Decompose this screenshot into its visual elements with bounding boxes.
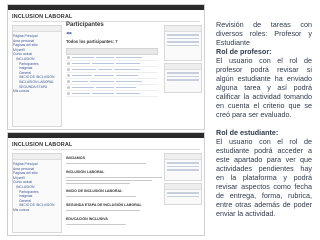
divider [12,21,200,22]
avatar [67,86,70,89]
side-block-header [165,184,201,190]
avatar [67,56,70,59]
participants-count: Todos los participantes: 7 [66,39,118,44]
top-bar [8,133,204,138]
side-block [164,183,202,205]
panel-title: Participantes [66,22,104,28]
side-block [164,63,202,93]
topic-summary [66,210,140,212]
side-block [164,25,202,61]
avatar [67,74,70,77]
topic-summary [66,224,126,226]
estudiante-label: Rol de estudiante: [216,128,279,137]
avatar [67,80,70,83]
nav-item[interactable]: INCLUSIÓN LABORAL [13,80,59,85]
avatar [67,68,70,71]
navigation-block-header [13,154,61,160]
avatar [67,62,70,65]
avatar [67,92,70,95]
topic-summary [66,180,152,182]
side-block-header [165,154,201,160]
navigation-tree: Página Principal Área personal Páginas d… [13,34,59,94]
pager[interactable]: ◀ ▶ [66,31,72,35]
topic-summary [66,196,136,198]
topic-heading[interactable]: INICIO DE INCLUSIÓN LABORAL [66,189,122,193]
side-block-header [165,26,201,32]
nav-item[interactable]: Mis cursos [13,89,59,94]
topic-summary [66,163,146,165]
description-text: Revisión de tareas con diversos roles: P… [216,20,312,218]
course-title: INCLUSION LABORAL [12,142,73,148]
topic-heading[interactable]: SEGUNDA ETAPA DE INCLUSIÓN LABORAL [66,203,142,207]
navigation-tree: Página Principal Área personal Páginas d… [13,162,59,213]
estudiante-description: El usuario con el rol de estudiante podr… [216,137,312,218]
divider [12,149,200,150]
topic-summary [66,183,130,185]
intro-text: Revisión de tareas con diversos roles: P… [216,20,312,47]
course-title: INCLUSION LABORAL [12,14,73,20]
topic-heading[interactable]: INICIAMOS [66,156,85,160]
side-block [164,153,202,181]
participants-screenshot: INCLUSION LABORAL Página Principal Área … [7,4,205,130]
topic-heading[interactable]: INCLUSIÓN LABORAL [66,170,104,174]
profesor-description: El usuario con el rol de profesor podrá … [216,56,312,119]
participants-table [66,48,158,97]
side-block-header [165,64,201,70]
navigation-block-header [13,26,61,32]
nav-item[interactable]: Mis cursos [13,208,59,213]
topic-heading[interactable]: EDUCACIÓN INCLUSIVA [66,217,108,221]
table-header [66,48,158,55]
topic-summary [66,177,162,179]
course-screenshot: INCLUSION LABORAL Página Principal Área … [7,132,205,236]
table-row[interactable] [66,91,158,97]
top-bar [8,5,204,10]
profesor-label: Rol de profesor: [216,47,272,56]
